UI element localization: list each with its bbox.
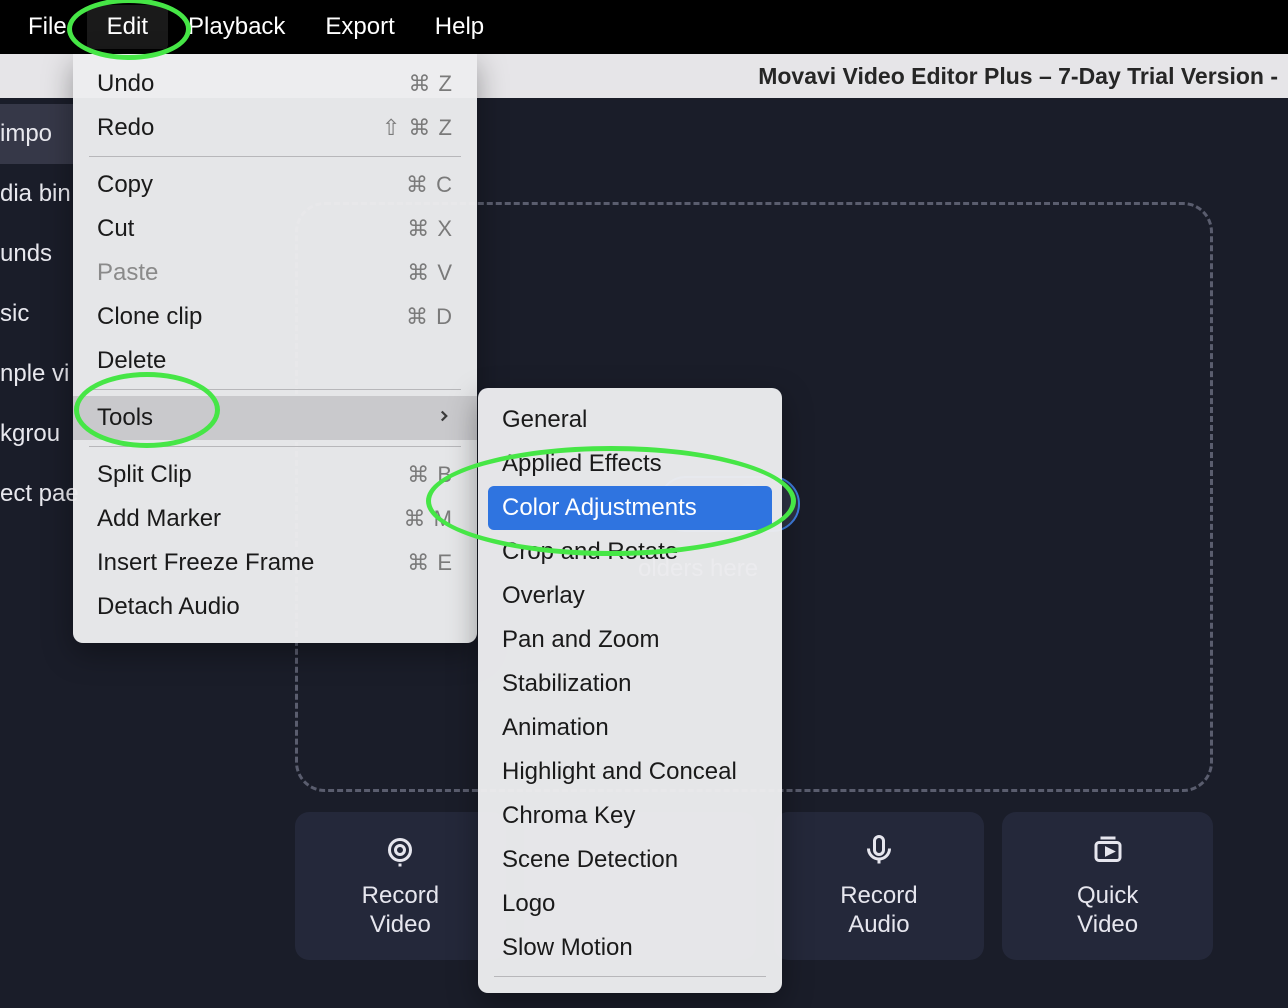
menu-shortcut: ⌘ B <box>407 462 453 488</box>
menu-item-split-clip[interactable]: Split Clip ⌘ B <box>73 453 477 497</box>
menu-shortcut: ⌘ E <box>407 550 453 576</box>
submenu-item-slow-motion[interactable]: Slow Motion <box>478 926 782 970</box>
menu-item-undo[interactable]: Undo ⌘ Z <box>73 62 477 106</box>
menu-shortcut: ⌘ D <box>406 304 453 330</box>
camera-icon <box>382 832 418 868</box>
menu-item-add-marker[interactable]: Add Marker ⌘ M <box>73 497 477 541</box>
submenu-item-overlay[interactable]: Overlay <box>478 574 782 618</box>
menu-file[interactable]: File <box>8 5 87 49</box>
submenu-item-animation[interactable]: Animation <box>478 706 782 750</box>
menu-item-label: Redo <box>97 114 154 142</box>
menu-playback[interactable]: Playback <box>168 5 305 49</box>
submenu-item-applied-effects[interactable]: Applied Effects <box>478 442 782 486</box>
sidebar-item-import[interactable]: impo <box>0 104 80 164</box>
record-audio-button[interactable]: Record Audio <box>774 812 985 960</box>
menu-export[interactable]: Export <box>305 5 414 49</box>
menu-item-label: Split Clip <box>97 461 192 489</box>
menu-item-label: Paste <box>97 259 158 287</box>
menu-item-freeze-frame[interactable]: Insert Freeze Frame ⌘ E <box>73 541 477 585</box>
menu-item-label: Cut <box>97 215 134 243</box>
sidebar-item[interactable]: sic <box>0 284 80 344</box>
submenu-item-chroma-key[interactable]: Chroma Key <box>478 794 782 838</box>
menu-item-clone-clip[interactable]: Clone clip ⌘ D <box>73 295 477 339</box>
menubar: File Edit Playback Export Help <box>0 0 1288 54</box>
submenu-item-color-adjustments[interactable]: Color Adjustments <box>488 486 772 530</box>
record-audio-label: Record Audio <box>840 882 917 940</box>
menu-separator <box>89 446 461 447</box>
chevron-right-icon <box>435 404 453 432</box>
menu-item-redo[interactable]: Redo ⇧ ⌘ Z <box>73 106 477 150</box>
submenu-item-logo[interactable]: Logo <box>478 882 782 926</box>
record-video-label: Record Video <box>362 882 439 940</box>
sidebar: impo dia bin unds sic nple vi kgrou ect … <box>0 104 80 524</box>
mic-icon <box>861 832 897 868</box>
sidebar-item[interactable]: ect pae <box>0 464 80 524</box>
sidebar-item[interactable]: dia bin <box>0 164 80 224</box>
menu-shortcut: ⌘ M <box>404 506 453 532</box>
menu-item-label: Delete <box>97 347 166 375</box>
menu-item-cut[interactable]: Cut ⌘ X <box>73 207 477 251</box>
menu-item-delete[interactable]: Delete <box>73 339 477 383</box>
submenu-item-crop-rotate[interactable]: Crop and Rotate <box>478 530 782 574</box>
menu-shortcut: ⌘ C <box>406 172 453 198</box>
submenu-item-scene-detection[interactable]: Scene Detection <box>478 838 782 882</box>
quick-video-label: Quick Video <box>1077 882 1138 940</box>
sidebar-item[interactable]: unds <box>0 224 80 284</box>
menu-item-label: Clone clip <box>97 303 202 331</box>
submenu-item-general[interactable]: General <box>478 398 782 442</box>
menu-item-paste: Paste ⌘ V <box>73 251 477 295</box>
menu-edit[interactable]: Edit <box>87 5 168 49</box>
menu-separator <box>494 976 766 977</box>
quick-video-button[interactable]: Quick Video <box>1002 812 1213 960</box>
submenu-item-stabilization[interactable]: Stabilization <box>478 662 782 706</box>
window-title: Movavi Video Editor Plus – 7-Day Trial V… <box>758 63 1278 90</box>
menu-item-label: Detach Audio <box>97 593 240 621</box>
menu-item-copy[interactable]: Copy ⌘ C <box>73 163 477 207</box>
menu-item-label: Copy <box>97 171 153 199</box>
menu-separator <box>89 156 461 157</box>
sidebar-item[interactable]: nple vi <box>0 344 80 404</box>
menu-help[interactable]: Help <box>415 5 504 49</box>
submenu-item-highlight-conceal[interactable]: Highlight and Conceal <box>478 750 782 794</box>
submenu-item-pan-zoom[interactable]: Pan and Zoom <box>478 618 782 662</box>
tools-submenu: General Applied Effects Color Adjustment… <box>478 388 782 993</box>
menu-item-label: Insert Freeze Frame <box>97 549 314 577</box>
menu-shortcut: ⌘ X <box>407 216 453 242</box>
menu-item-detach-audio[interactable]: Detach Audio <box>73 585 477 629</box>
menu-shortcut: ⇧ ⌘ Z <box>382 115 453 141</box>
menu-shortcut: ⌘ Z <box>408 71 453 97</box>
menu-item-label: Undo <box>97 70 154 98</box>
menu-item-label: Add Marker <box>97 505 221 533</box>
menu-item-label: Tools <box>97 404 153 432</box>
menu-item-tools[interactable]: Tools <box>73 396 477 440</box>
edit-dropdown-menu: Undo ⌘ Z Redo ⇧ ⌘ Z Copy ⌘ C Cut ⌘ X Pas… <box>73 54 477 643</box>
menu-separator <box>89 389 461 390</box>
record-video-button[interactable]: Record Video <box>295 812 506 960</box>
menu-shortcut: ⌘ V <box>407 260 453 286</box>
sidebar-item[interactable]: kgrou <box>0 404 80 464</box>
quick-video-icon <box>1090 832 1126 868</box>
